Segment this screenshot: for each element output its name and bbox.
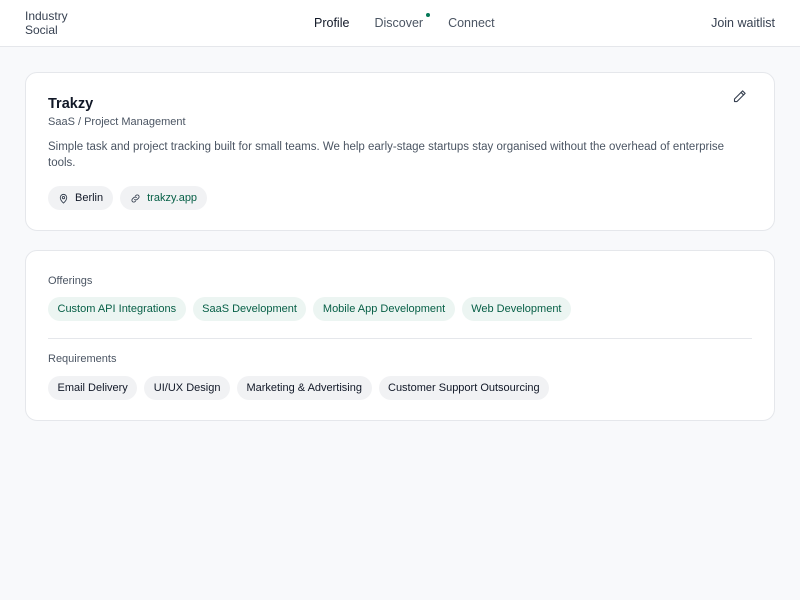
main-nav: Profile Discover Connect <box>314 13 495 30</box>
requirement-tag: Customer Support Outsourcing <box>378 376 550 400</box>
nav-discover-label: Discover <box>374 16 424 30</box>
join-waitlist-link[interactable]: Join waitlist <box>711 16 775 30</box>
company-profile-card: Trakzy SaaS / Project Management Simple … <box>25 72 775 231</box>
offerings-requirements-card: Offerings Custom API Integrations SaaS D… <box>25 250 775 421</box>
company-meta: Berlin trakzy.app <box>48 186 208 210</box>
brand-line-2: Social <box>25 23 58 37</box>
brand-line-1: Industry <box>25 9 68 23</box>
offering-tag: Mobile App Development <box>313 297 455 321</box>
location-chip: Berlin <box>48 186 114 210</box>
company-name: Trakzy <box>48 96 94 112</box>
company-description: Simple task and project tracking built f… <box>48 141 725 169</box>
offering-tag: Web Development <box>461 297 571 321</box>
offering-tag: Custom API Integrations <box>48 297 186 321</box>
requirement-tag: UI/UX Design <box>144 376 230 400</box>
offerings-list: Custom API Integrations SaaS Development… <box>48 297 571 321</box>
requirement-tag: Email Delivery <box>48 376 138 400</box>
edit-profile-button[interactable] <box>730 87 748 105</box>
map-pin-icon <box>59 193 68 204</box>
section-divider <box>48 338 752 339</box>
location-text: Berlin <box>75 192 104 204</box>
notification-dot <box>426 13 431 17</box>
nav-discover[interactable]: Discover <box>374 13 431 30</box>
nav-profile[interactable]: Profile <box>314 16 349 30</box>
requirements-list: Email Delivery UI/UX Design Marketing & … <box>48 376 550 400</box>
brand-logo[interactable]: Industry Social <box>25 9 68 37</box>
website-chip[interactable]: trakzy.app <box>120 186 208 210</box>
website-text: trakzy.app <box>147 192 198 204</box>
nav-connect[interactable]: Connect <box>448 16 495 30</box>
pencil-icon <box>733 89 746 102</box>
offerings-label: Offerings <box>48 275 93 287</box>
link-icon <box>131 194 140 202</box>
top-navigation-bar: Industry Social Profile Discover Connect… <box>0 0 800 47</box>
requirement-tag: Marketing & Advertising <box>236 376 372 400</box>
offering-tag: SaaS Development <box>192 297 307 321</box>
company-category: SaaS / Project Management <box>48 116 186 128</box>
requirements-label: Requirements <box>48 353 117 365</box>
